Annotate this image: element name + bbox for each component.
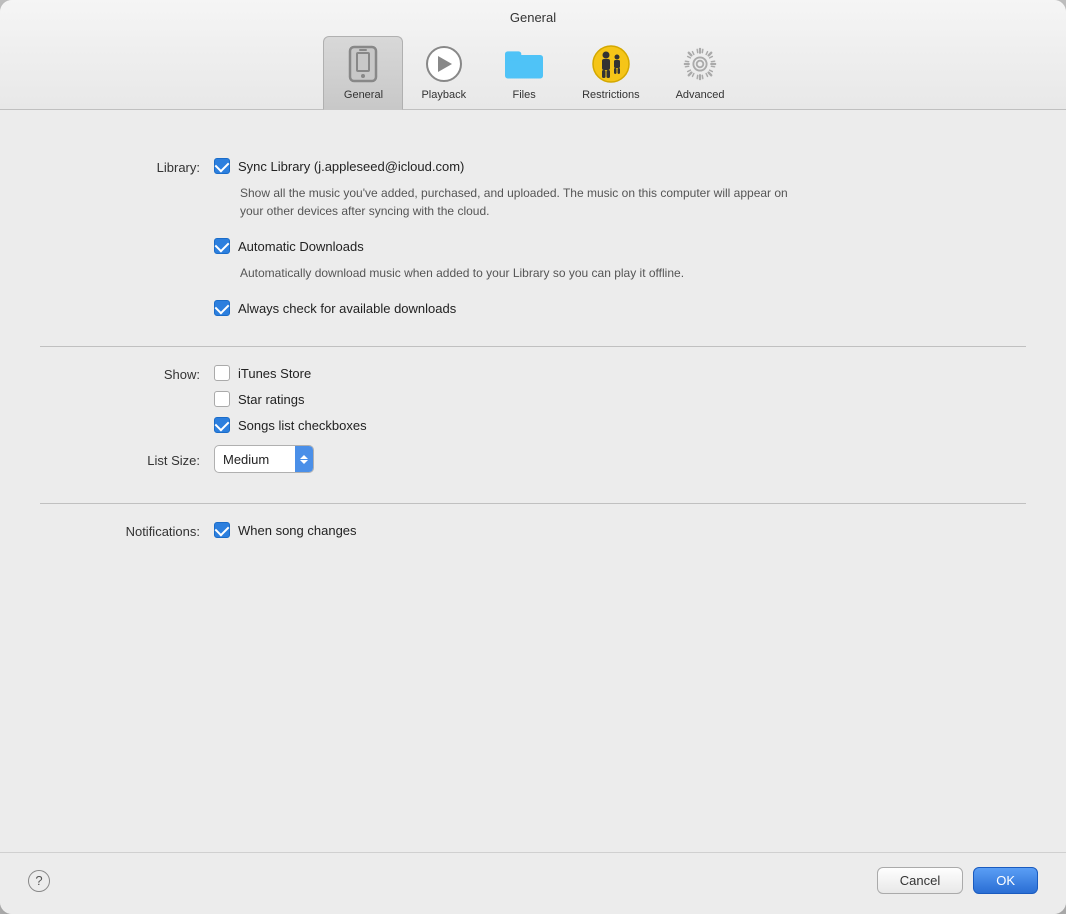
library-label: Library: [40, 158, 200, 175]
notifications-content: When song changes [214, 522, 1026, 538]
list-size-value: Medium [223, 452, 269, 467]
files-icon [505, 45, 543, 83]
sync-library-checkbox[interactable] [214, 158, 230, 174]
arrow-down-icon [300, 460, 308, 464]
auto-downloads-description: Automatically download music when added … [240, 264, 800, 282]
songs-list-row: Songs list checkboxes [214, 417, 1026, 433]
notifications-row: Notifications: When song changes [40, 522, 1026, 539]
show-label: Show: [40, 365, 200, 382]
footer: ? Cancel OK [0, 852, 1066, 914]
list-size-label: List Size: [40, 451, 200, 468]
files-icon-svg [505, 46, 543, 82]
itunes-store-row: iTunes Store [214, 365, 1026, 381]
songs-list-checkbox[interactable] [214, 417, 230, 433]
advanced-icon-svg [683, 47, 717, 81]
show-row: Show: iTunes Store Star ratings [40, 365, 1026, 433]
restrictions-icon [592, 45, 630, 83]
auto-downloads-label: Automatic Downloads [238, 239, 364, 254]
help-button[interactable]: ? [28, 870, 50, 892]
star-ratings-label: Star ratings [238, 392, 304, 407]
tab-advanced[interactable]: Advanced [658, 37, 743, 109]
footer-buttons: Cancel OK [877, 867, 1038, 894]
sync-library-row: Sync Library (j.appleseed@icloud.com) [214, 158, 1026, 174]
tab-general[interactable]: General [323, 36, 403, 110]
general-icon [344, 45, 382, 83]
list-size-select[interactable]: Medium [214, 445, 314, 473]
show-section: Show: iTunes Store Star ratings [40, 346, 1026, 503]
show-content: iTunes Store Star ratings Songs list che… [214, 365, 1026, 433]
restrictions-icon-svg [592, 45, 630, 83]
when-song-changes-checkbox[interactable] [214, 522, 230, 538]
playback-icon [425, 45, 463, 83]
content-area: Library: Sync Library (j.appleseed@iclou… [0, 110, 1066, 852]
list-size-content: Medium [214, 445, 1026, 473]
tab-restrictions-label: Restrictions [582, 89, 639, 101]
tab-playback[interactable]: Playback [403, 37, 484, 109]
auto-downloads-row: Automatic Downloads [214, 238, 1026, 254]
toolbar: General Playback Files [303, 35, 762, 109]
list-size-select-wrapper: Medium [214, 445, 1026, 473]
star-ratings-checkbox[interactable] [214, 391, 230, 407]
itunes-store-checkbox[interactable] [214, 365, 230, 381]
library-section: Library: Sync Library (j.appleseed@iclou… [40, 140, 1026, 346]
tab-restrictions[interactable]: Restrictions [564, 37, 657, 109]
title-bar: General General [0, 0, 1066, 110]
ok-button[interactable]: OK [973, 867, 1038, 894]
star-ratings-row: Star ratings [214, 391, 1026, 407]
tab-files-label: Files [512, 89, 535, 101]
playback-icon-circle [426, 46, 462, 82]
sync-library-description: Show all the music you've added, purchas… [240, 184, 800, 220]
advanced-icon [681, 45, 719, 83]
when-song-changes-row: When song changes [214, 522, 1026, 538]
general-icon-svg [347, 45, 379, 83]
auto-downloads-checkbox[interactable] [214, 238, 230, 254]
songs-list-label: Songs list checkboxes [238, 418, 367, 433]
window-title: General [510, 10, 556, 25]
tab-general-label: General [344, 89, 383, 101]
tab-advanced-label: Advanced [676, 89, 725, 101]
notifications-section: Notifications: When song changes [40, 503, 1026, 569]
tab-files[interactable]: Files [484, 37, 564, 109]
preferences-window: General General [0, 0, 1066, 914]
sync-library-label: Sync Library (j.appleseed@icloud.com) [238, 159, 464, 174]
list-size-row: List Size: Medium [40, 445, 1026, 473]
notifications-label: Notifications: [40, 522, 200, 539]
always-check-row: Always check for available downloads [214, 300, 1026, 316]
always-check-label: Always check for available downloads [238, 301, 456, 316]
when-song-changes-label: When song changes [238, 523, 357, 538]
library-content: Sync Library (j.appleseed@icloud.com) Sh… [214, 158, 1026, 316]
arrow-up-icon [300, 455, 308, 459]
cancel-button[interactable]: Cancel [877, 867, 963, 894]
select-arrows [295, 446, 313, 472]
library-row: Library: Sync Library (j.appleseed@iclou… [40, 158, 1026, 316]
always-check-checkbox[interactable] [214, 300, 230, 316]
itunes-store-label: iTunes Store [238, 366, 311, 381]
tab-playback-label: Playback [421, 89, 466, 101]
